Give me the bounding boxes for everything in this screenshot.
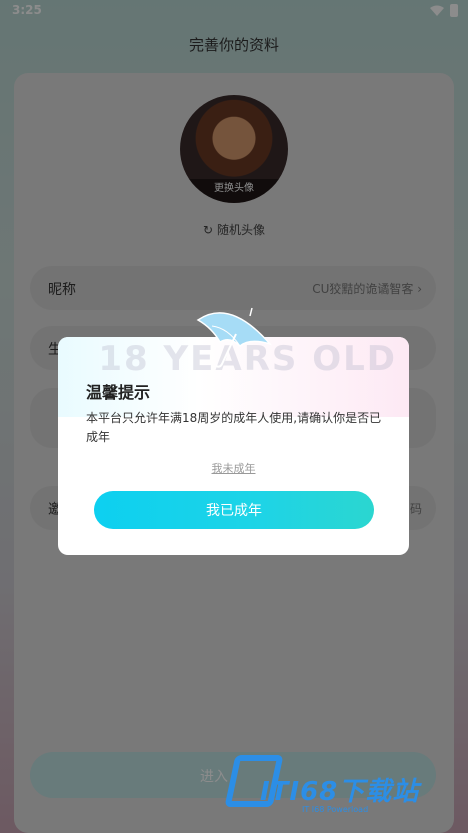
watermark-title: ITI68下载站 bbox=[260, 777, 420, 807]
dialog-title: 温馨提示 bbox=[86, 383, 151, 402]
not-adult-link[interactable]: 我未成年 bbox=[58, 460, 409, 476]
umbrella-icon bbox=[196, 307, 273, 368]
dialog-message: 本平台只允许年满18周岁的成年人使用,请确认你是否已成年 bbox=[86, 411, 382, 444]
site-watermark: ITI68下载站 IT I68 Powerload bbox=[224, 745, 460, 825]
confirm-adult-button[interactable]: 我已成年 bbox=[94, 491, 374, 529]
watermark-subtitle: IT I68 Powerload bbox=[302, 805, 369, 814]
